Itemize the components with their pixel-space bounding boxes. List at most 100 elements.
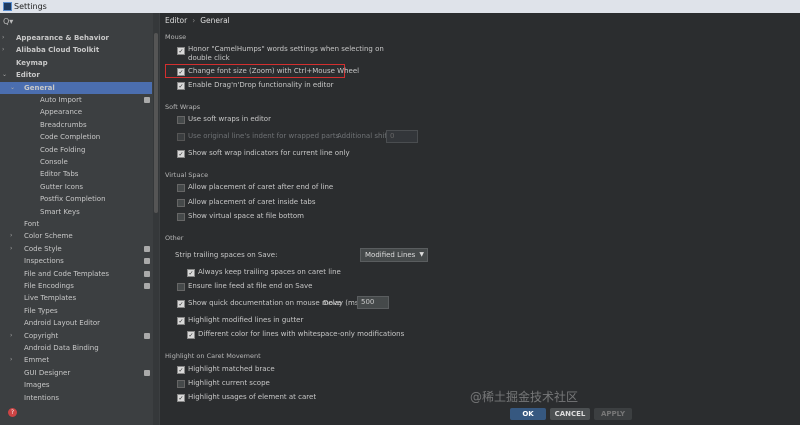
usages-checkbox[interactable]: ✓ (177, 394, 185, 402)
tree-item-label: Copyright (24, 331, 59, 340)
zoom-checkbox[interactable]: ✓ (177, 68, 185, 76)
chevron-right-icon[interactable]: › (2, 44, 4, 56)
ok-button[interactable]: OK (510, 408, 546, 420)
tree-item-appearance-behavior[interactable]: › Appearance & Behavior (0, 32, 152, 44)
chevron-right-icon[interactable]: › (10, 330, 12, 342)
tree-item-auto-import[interactable]: Auto Import (0, 94, 152, 106)
original-indent-checkbox[interactable] (177, 133, 185, 141)
chevron-down-icon[interactable]: ⌄ (10, 82, 15, 94)
current-scope-label: Highlight current scope (188, 379, 270, 387)
tree-item-smart-keys[interactable]: Smart Keys (0, 206, 152, 218)
tree-item-label: Gutter Icons (40, 182, 84, 191)
tree-item-gutter-icons[interactable]: Gutter Icons (0, 181, 152, 193)
matched-brace-label: Highlight matched brace (188, 365, 275, 373)
project-scope-icon (144, 258, 150, 265)
tree-item-images[interactable]: Images (0, 379, 152, 391)
highlight-modified-label: Highlight modified lines in gutter (188, 316, 304, 324)
tree-item-label: Editor Tabs (40, 170, 79, 179)
tree-item-inspections[interactable]: Inspections (0, 255, 152, 267)
chevron-right-icon[interactable]: › (10, 354, 12, 366)
sidebar-scrollbar[interactable] (153, 13, 159, 425)
tree-item-code-style[interactable]: › Code Style (0, 243, 152, 255)
highlight-modified-checkbox[interactable]: ✓ (177, 317, 185, 325)
tree-item-appearance[interactable]: Appearance (0, 106, 152, 118)
tree-item-label: Code Folding (40, 145, 86, 154)
tree-item-label: Code Completion (40, 133, 101, 142)
delay-input[interactable]: 500 (357, 296, 389, 309)
different-color-checkbox[interactable]: ✓ (187, 331, 195, 339)
keep-trailing-label: Always keep trailing spaces on caret lin… (198, 268, 341, 276)
soft-wrap-indicator-checkbox[interactable]: ✓ (177, 150, 185, 158)
tree-item-label: File Types (24, 306, 58, 315)
tree-item-intentions[interactable]: Intentions (0, 392, 152, 404)
chevron-down-icon[interactable]: ⌄ (2, 69, 7, 81)
app-icon (3, 2, 12, 11)
tree-item-font[interactable]: Font (0, 218, 152, 230)
virtual-space-checkbox[interactable] (177, 213, 185, 221)
tree-item-console[interactable]: Console (0, 156, 152, 168)
chevron-right-icon[interactable]: › (10, 243, 12, 255)
section-other: Other (165, 234, 184, 242)
camelhumps-checkbox[interactable]: ✓ (177, 47, 185, 55)
tree-item-editor-tabs[interactable]: Editor Tabs (0, 168, 152, 180)
tree-item-label: Inspections (24, 257, 64, 266)
tree-item-color-scheme[interactable]: › Color Scheme (0, 230, 152, 242)
chevron-right-icon[interactable]: › (10, 230, 12, 242)
soft-wrap-checkbox[interactable] (177, 116, 185, 124)
tree-item-label: Auto Import (40, 96, 82, 104)
caret-after-eol-label: Allow placement of caret after end of li… (188, 183, 334, 191)
chevron-right-icon[interactable]: › (2, 32, 4, 44)
quick-doc-checkbox[interactable]: ✓ (177, 300, 185, 308)
help-icon[interactable]: ? (8, 408, 17, 417)
tree-item-live-templates[interactable]: Live Templates (0, 292, 152, 304)
tree-item-breadcrumbs[interactable]: Breadcrumbs (0, 119, 152, 131)
tree-item-label: Images (24, 381, 50, 390)
title-bar: Settings (0, 0, 800, 13)
soft-wrap-indicator-label: Show soft wrap indicators for current li… (188, 149, 350, 157)
drag-drop-label: Enable Drag'n'Drop functionality in edit… (188, 81, 334, 89)
settings-sidebar: Q▾ › Appearance & Behavior › Alibaba Cloud … (0, 13, 160, 425)
search-icon[interactable]: Q▾ (3, 17, 13, 26)
caret-in-tabs-checkbox[interactable] (177, 199, 185, 207)
tree-item-file-and-code-templates[interactable]: File and Code Templates (0, 268, 152, 280)
additional-shift-input[interactable]: 0 (386, 130, 418, 143)
tree-item-alibaba-cloud-toolkit[interactable]: › Alibaba Cloud Toolkit (0, 44, 152, 56)
project-scope-icon (144, 332, 150, 339)
section-virtual-space: Virtual Space (165, 171, 209, 179)
strip-trailing-select[interactable]: Modified Lines ▼ (360, 248, 428, 262)
tree-item-android-data-binding[interactable]: Android Data Binding (0, 342, 152, 354)
caret-after-eol-checkbox[interactable] (177, 184, 185, 192)
project-scope-icon (144, 283, 150, 289)
tree-item-gui-designer[interactable]: GUI Designer (0, 367, 152, 379)
tree-item-keymap[interactable]: Keymap (0, 57, 152, 69)
different-color-label: Different color for lines with whitespac… (198, 330, 405, 338)
tree-item-label: File and Code Templates (24, 269, 110, 278)
cancel-button[interactable]: CANCEL (550, 408, 590, 420)
tree-item-android-layout-editor[interactable]: Android Layout Editor (0, 317, 152, 329)
tree-item-label: GUI Designer (24, 368, 71, 377)
tree-item-label: Smart Keys (40, 207, 80, 216)
section-highlight-caret: Highlight on Caret Movement (165, 352, 261, 360)
drag-drop-checkbox[interactable]: ✓ (177, 82, 185, 90)
apply-button[interactable]: APPLY (594, 408, 632, 420)
tree-item-emmet[interactable]: › Emmet (0, 354, 152, 366)
tree-item-copyright[interactable]: › Copyright (0, 330, 152, 342)
tree-item-editor[interactable]: ⌄ Editor (0, 69, 152, 81)
current-scope-checkbox[interactable] (177, 380, 185, 388)
window-title: Settings (14, 2, 47, 11)
tree-item-label: Android Data Binding (24, 344, 99, 352)
ensure-lf-checkbox[interactable] (177, 283, 185, 291)
tree-item-file-encodings[interactable]: File Encodings (0, 280, 152, 292)
usages-label: Highlight usages of element at caret (188, 393, 317, 401)
tree-item-file-types[interactable]: File Types (0, 305, 152, 317)
camelhumps-label-1: Honor "CamelHumps" words settings when s… (188, 45, 384, 53)
tree-item-code-completion[interactable]: Code Completion (0, 131, 152, 143)
scrollbar-thumb[interactable] (154, 33, 158, 213)
tree-item-general[interactable]: ⌄ General (0, 81, 152, 94)
keep-trailing-checkbox[interactable]: ✓ (187, 269, 195, 277)
tree-item-postfix-completion[interactable]: Postfix Completion (0, 193, 152, 205)
tree-item-code-folding[interactable]: Code Folding (0, 144, 152, 156)
matched-brace-checkbox[interactable]: ✓ (177, 366, 185, 374)
tree-item-label: Console (40, 158, 68, 166)
tree-item-label: Appearance & Behavior (16, 34, 109, 42)
